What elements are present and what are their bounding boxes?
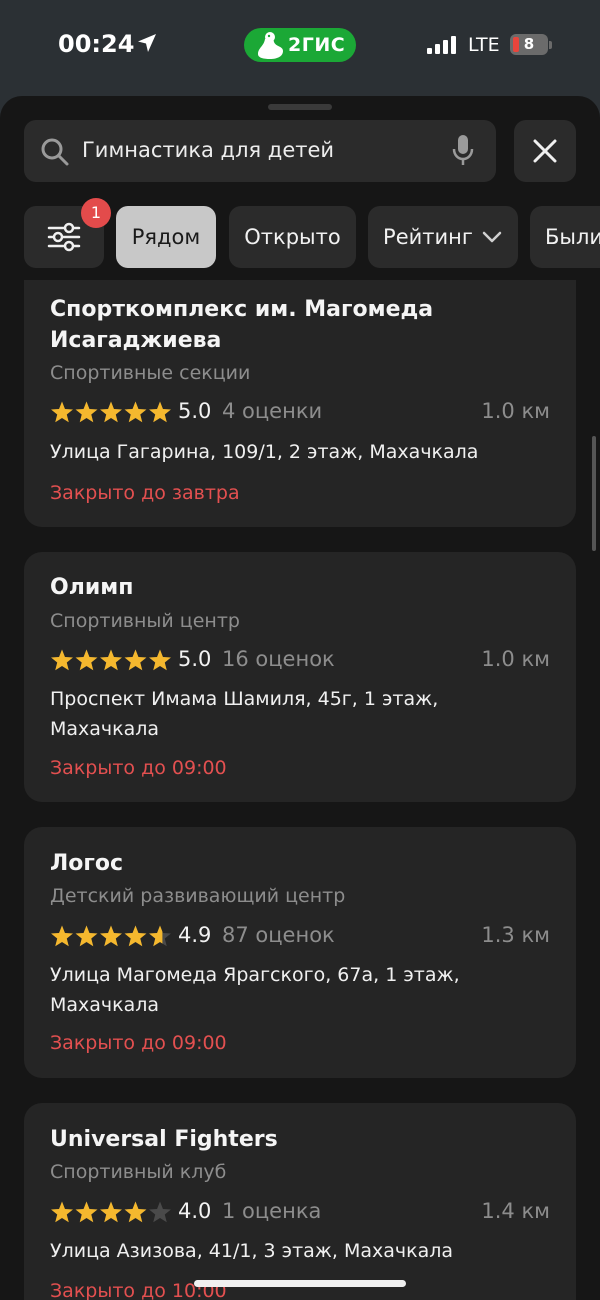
app-brand-pill[interactable]: 2ГИС bbox=[244, 28, 356, 62]
star-filled bbox=[100, 1201, 122, 1223]
star-filled bbox=[75, 1201, 98, 1223]
star-filled bbox=[100, 925, 122, 947]
result-category: Детский развивающий центр bbox=[50, 885, 346, 907]
review-count: 4 оценки bbox=[222, 399, 323, 423]
chip-nearby[interactable]: Рядом bbox=[116, 206, 216, 268]
search-input[interactable]: Гимнастика для детей bbox=[82, 138, 334, 162]
cellular-signal-icon bbox=[427, 36, 456, 54]
network-type: LTE bbox=[468, 34, 500, 56]
star-filled bbox=[51, 1201, 73, 1223]
star-rating-icon bbox=[51, 925, 171, 947]
battery-cap bbox=[549, 41, 552, 49]
chip-visited[interactable]: Были bbox=[530, 206, 600, 268]
result-title: Universal Fighters bbox=[50, 1127, 278, 1152]
chip-rating-label: Рейтинг bbox=[383, 225, 473, 249]
results-sheet: Гимнастика для детей 1 Рядом Открыто Рей… bbox=[0, 96, 600, 1300]
distance: 1.3 км bbox=[481, 923, 550, 947]
chip-open[interactable]: Открыто bbox=[229, 206, 356, 268]
close-search-button[interactable] bbox=[514, 120, 576, 182]
filter-chips: 1 Рядом Открыто Рейтинг Были bbox=[24, 198, 600, 268]
filter-count-badge: 1 bbox=[81, 198, 111, 228]
rating-row: 5.0 16 оценок 1.0 км bbox=[50, 647, 550, 675]
rating-value: 5.0 bbox=[178, 399, 212, 423]
chevron-down-icon bbox=[482, 231, 502, 243]
battery-icon: 8 bbox=[510, 34, 548, 55]
rating-row: 5.0 4 оценки 1.0 км bbox=[50, 399, 550, 427]
result-address: Улица Азизова, 41/1, 3 этаж, Махачкала bbox=[50, 1240, 454, 1262]
result-title-line2: Исагаджиева bbox=[50, 328, 222, 353]
result-category: Спортивный центр bbox=[50, 610, 240, 632]
star-filled bbox=[75, 925, 98, 947]
distance: 1.4 км bbox=[481, 1199, 550, 1223]
star-filled bbox=[124, 1201, 147, 1223]
result-category: Спортивные секции bbox=[50, 362, 251, 384]
scrollbar[interactable] bbox=[592, 436, 596, 551]
brand-name: 2ГИС bbox=[288, 34, 346, 56]
result-address: Улица Гагарина, 109/1, 2 этаж, Махачкала bbox=[50, 441, 479, 463]
result-card[interactable]: Спорткомплекс им. Магомеда Исагаджиева С… bbox=[24, 280, 576, 527]
home-indicator[interactable] bbox=[194, 1280, 406, 1287]
star-filled bbox=[124, 649, 147, 671]
result-title: Спорткомплекс им. Магомеда bbox=[50, 297, 434, 322]
sheet-grabber[interactable] bbox=[268, 104, 332, 110]
distance: 1.0 км bbox=[481, 399, 550, 423]
result-card[interactable]: Universal Fighters Спортивный клуб 4.0 1… bbox=[24, 1103, 576, 1300]
star-filled bbox=[149, 649, 171, 671]
distance: 1.0 км bbox=[481, 647, 550, 671]
microphone-icon[interactable] bbox=[452, 135, 474, 167]
sliders-icon bbox=[47, 222, 81, 252]
close-icon bbox=[533, 139, 557, 163]
result-title: Логос bbox=[50, 851, 124, 876]
result-address: Улица Магомеда Ярагского, 67а, 1 этаж, bbox=[50, 964, 460, 986]
search-icon bbox=[41, 138, 69, 166]
search-bar[interactable]: Гимнастика для детей bbox=[24, 120, 496, 182]
rating-value: 5.0 bbox=[178, 647, 212, 671]
filters-button[interactable]: 1 bbox=[24, 198, 111, 268]
status-time: 00:24 bbox=[58, 30, 135, 58]
star-rating-icon bbox=[51, 649, 171, 671]
result-address: Проспект Имама Шамиля, 45г, 1 этаж, bbox=[50, 688, 439, 710]
star-filled bbox=[124, 401, 147, 423]
location-arrow-icon bbox=[138, 34, 156, 52]
status-bar: 00:24 2ГИС LTE 8 bbox=[0, 0, 600, 92]
star-empty bbox=[149, 1201, 171, 1223]
rating-value: 4.9 bbox=[178, 923, 212, 947]
star-filled bbox=[51, 401, 73, 423]
result-address-line2: Махачкала bbox=[50, 994, 160, 1016]
star-filled bbox=[149, 401, 171, 423]
star-rating-icon bbox=[51, 401, 171, 423]
result-card[interactable]: Логос Детский развивающий центр 4.9 87 о… bbox=[24, 827, 576, 1078]
result-title: Олимп bbox=[50, 575, 134, 600]
star-filled bbox=[124, 925, 147, 947]
chip-rating[interactable]: Рейтинг bbox=[368, 206, 518, 268]
star-filled bbox=[75, 401, 98, 423]
star-filled bbox=[100, 401, 122, 423]
opening-status: Закрыто до 09:00 bbox=[50, 757, 227, 779]
star-filled bbox=[51, 649, 73, 671]
star-filled bbox=[100, 649, 122, 671]
opening-status: Закрыто до 09:00 bbox=[50, 1032, 227, 1054]
result-card[interactable]: Олимп Спортивный центр 5.0 16 оценок 1.0… bbox=[24, 552, 576, 802]
result-category: Спортивный клуб bbox=[50, 1161, 227, 1183]
goose-logo-icon bbox=[258, 32, 283, 59]
rating-row: 4.9 87 оценок 1.3 км bbox=[50, 923, 550, 951]
star-filled bbox=[51, 925, 73, 947]
battery-level: 8 bbox=[523, 35, 535, 53]
review-count: 1 оценка bbox=[222, 1199, 322, 1223]
result-address-line2: Махачкала bbox=[50, 718, 160, 740]
review-count: 16 оценок bbox=[222, 647, 335, 671]
star-rating-icon bbox=[51, 1201, 171, 1223]
rating-value: 4.0 bbox=[178, 1199, 212, 1223]
review-count: 87 оценок bbox=[222, 923, 335, 947]
rating-row: 4.0 1 оценка 1.4 км bbox=[50, 1199, 550, 1227]
opening-status: Закрыто до завтра bbox=[50, 482, 240, 504]
star-filled bbox=[75, 649, 98, 671]
